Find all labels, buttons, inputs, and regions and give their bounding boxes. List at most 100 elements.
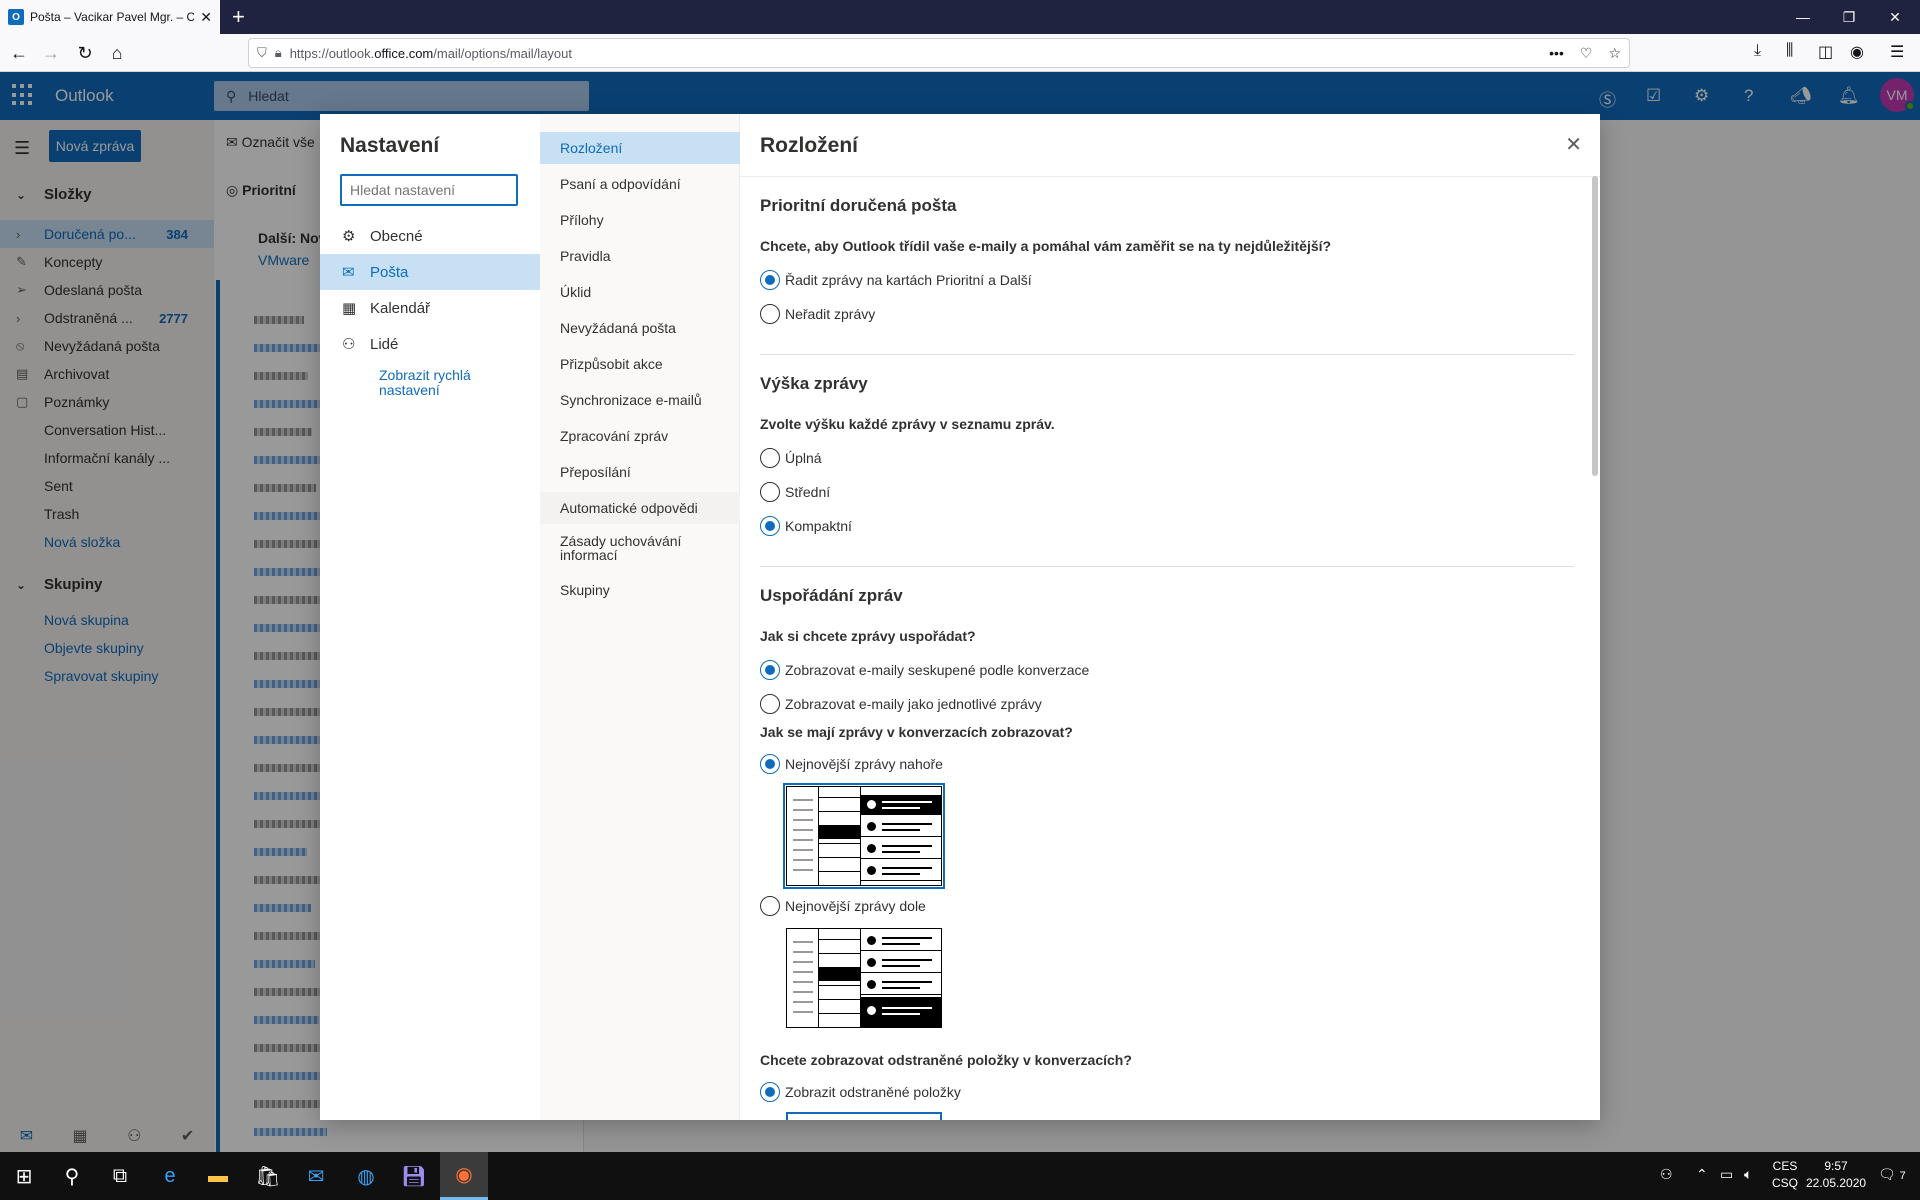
network-icon[interactable]: ▭ [1720,1166,1733,1183]
browser-navbar: ← → ↻ ⌂ ⛉ 🔒︎ https://outlook. office.com /… [0,34,1920,72]
pocket-icon[interactable]: ♡ [1580,45,1593,62]
close-icon[interactable]: ✕ [1565,132,1582,157]
lang-bottom: CSQ [1772,1176,1799,1190]
search-icon[interactable]: ⚲ [48,1152,96,1200]
order-question: Jak se mají zprávy v konverzacích zobraz… [760,724,1073,740]
home-icon[interactable]: ⌂ [104,40,130,66]
input-language[interactable]: CES CSQ [1772,1158,1798,1192]
option-label: Nejnovější zprávy nahoře [785,756,943,772]
deleted-items-illustration[interactable] [786,1112,942,1120]
mail-app-icon[interactable]: ✉ [292,1152,340,1200]
category-general[interactable]: ⚙ Obecné [320,218,540,254]
task-view-icon[interactable]: ⧉ [96,1152,144,1200]
subcategory-forwarding[interactable]: Přeposílání [540,456,740,488]
downloads-icon[interactable]: ⤓ [1754,42,1761,60]
subcategory-sync[interactable]: Synchronizace e-mailů [540,384,740,416]
radio-button[interactable] [760,270,780,290]
browser-tab[interactable]: O Pošta – Vacikar Pavel Mgr. – Outlook ✕ [0,0,220,34]
deleted-items-option-show[interactable]: Zobrazit odstraněné položky [760,1082,961,1102]
category-label: Pošta [370,263,409,281]
subcategory-compose[interactable]: Psaní a odpovídání [540,168,740,200]
subcategory-layout[interactable]: Rozložení [540,132,740,164]
radio-button[interactable] [760,660,780,680]
url-bar[interactable]: ⛉ 🔒︎ https://outlook. office.com/mail/opt… [248,38,1630,68]
lock-icon[interactable]: 🔒︎ [275,45,282,61]
subcategory-rules[interactable]: Pravidla [540,240,740,272]
save-app-icon[interactable]: 💾︎ [390,1152,438,1200]
app-icon[interactable]: ◍ [342,1152,390,1200]
chevron-up-icon[interactable]: ⌃ [1696,1166,1708,1183]
clock[interactable]: 9:57 22.05.2020 [1806,1158,1866,1192]
forward-icon[interactable]: → [38,40,64,66]
account-icon[interactable]: ◉ [1850,42,1864,62]
settings-dialog: Nastavení ⚙ Obecné ✉ Pošta ▦ Kalendář ⚇ … [320,114,1600,1120]
settings-categories: Nastavení ⚙ Obecné ✉ Pošta ▦ Kalendář ⚇ … [320,114,540,1120]
notifications-icon[interactable]: 🗨︎ 7 [1878,1166,1906,1183]
volume-icon[interactable]: 🔈︎ [1744,1166,1752,1183]
message-height-option-compact[interactable]: Kompaktní [760,516,852,536]
focused-inbox-option-sort[interactable]: Řadit zprávy na kartách Prioritní a Dalš… [760,270,1032,290]
radio-button[interactable] [760,694,780,714]
subcategory-automatic-replies[interactable]: Automatické odpovědi [540,492,740,524]
settings-subcategories: Rozložení Psaní a odpovídání Přílohy Pra… [540,114,740,1120]
order-option-newest-bottom[interactable]: Nejnovější zprávy dole [760,896,926,916]
url-prefix: https://outlook. [289,45,375,61]
restore-icon[interactable]: ❐ [1826,0,1872,34]
settings-search-input[interactable] [340,174,518,206]
focused-inbox-option-none[interactable]: Neřadit zprávy [760,304,875,324]
category-calendar[interactable]: ▦ Kalendář [320,290,540,326]
library-icon[interactable]: ⫼ [1786,42,1793,60]
radio-button[interactable] [760,482,780,502]
reload-icon[interactable]: ↻ [72,40,98,66]
newest-on-top-illustration[interactable] [783,783,945,889]
category-people[interactable]: ⚇ Lidé [320,326,540,362]
bookmark-star-icon[interactable]: ☆ [1608,45,1621,62]
quick-settings-link[interactable]: Zobrazit rychlá nastavení [379,368,519,398]
page-actions-icon[interactable]: ••• [1549,45,1564,62]
windows-taskbar: ⊞ ⚲ ⧉ e ▬ 🛍︎ ✉ ◍ 💾︎ ◉ ⚇ ⌃ ▭ 🔈︎ CES CSQ 9… [0,1152,1920,1200]
people-tray-icon[interactable]: ⚇ [1660,1166,1673,1183]
radio-button[interactable] [760,896,780,916]
tab-close-icon[interactable]: ✕ [200,9,212,26]
minimize-icon[interactable]: — [1780,0,1826,34]
subcategory-groups[interactable]: Skupiny [540,574,740,606]
shield-icon[interactable]: ⛉ [257,45,267,61]
scrollbar[interactable] [1592,176,1598,476]
message-height-option-full[interactable]: Úplná [760,448,822,468]
settings-title: Nastavení [340,134,440,157]
calendar-icon: ▦ [342,300,357,317]
menu-icon[interactable]: ☰ [1890,42,1904,62]
order-option-newest-top[interactable]: Nejnovější zprávy nahoře [760,754,943,774]
category-label: Obecné [370,227,423,245]
store-icon[interactable]: 🛍︎ [244,1152,292,1200]
windows-start-icon[interactable]: ⊞ [0,1152,48,1200]
subcategory-attachments[interactable]: Přílohy [540,204,740,236]
clock-date: 22.05.2020 [1806,1176,1867,1190]
file-explorer-icon[interactable]: ▬ [194,1152,242,1200]
tab-title: Pošta – Vacikar Pavel Mgr. – Outlook [30,10,195,24]
subcategory-retention[interactable]: Zásady uchovávání informací [540,528,690,568]
subcategory-junk[interactable]: Nevyžádaná pošta [540,312,740,344]
radio-button[interactable] [760,1082,780,1102]
subcategory-message-handling[interactable]: Zpracování zpráv [540,420,740,452]
subcategory-customize-actions[interactable]: Přizpůsobit akce [540,348,740,380]
firefox-icon[interactable]: ◉ [440,1152,488,1200]
newest-on-bottom-illustration[interactable] [786,928,942,1028]
window-close-icon[interactable]: ✕ [1872,0,1918,34]
edge-icon[interactable]: e [146,1152,194,1200]
organization-option-individual[interactable]: Zobrazovat e-maily jako jednotlivé zpráv… [760,694,1042,714]
message-height-heading: Výška zprávy [760,374,868,393]
sidebar-icon[interactable]: ◫ [1818,42,1833,62]
radio-button[interactable] [760,754,780,774]
new-tab-button[interactable]: + [232,4,245,30]
radio-button[interactable] [760,448,780,468]
back-icon[interactable]: ← [6,40,32,66]
category-mail[interactable]: ✉ Pošta [320,254,540,290]
subcategory-sweep[interactable]: Úklid [540,276,740,308]
mail-icon: ✉ [342,264,355,281]
radio-button[interactable] [760,516,780,536]
people-icon: ⚇ [342,336,356,353]
radio-button[interactable] [760,304,780,324]
message-height-option-medium[interactable]: Střední [760,482,830,502]
organization-option-conversation[interactable]: Zobrazovat e-maily seskupené podle konve… [760,660,1089,680]
